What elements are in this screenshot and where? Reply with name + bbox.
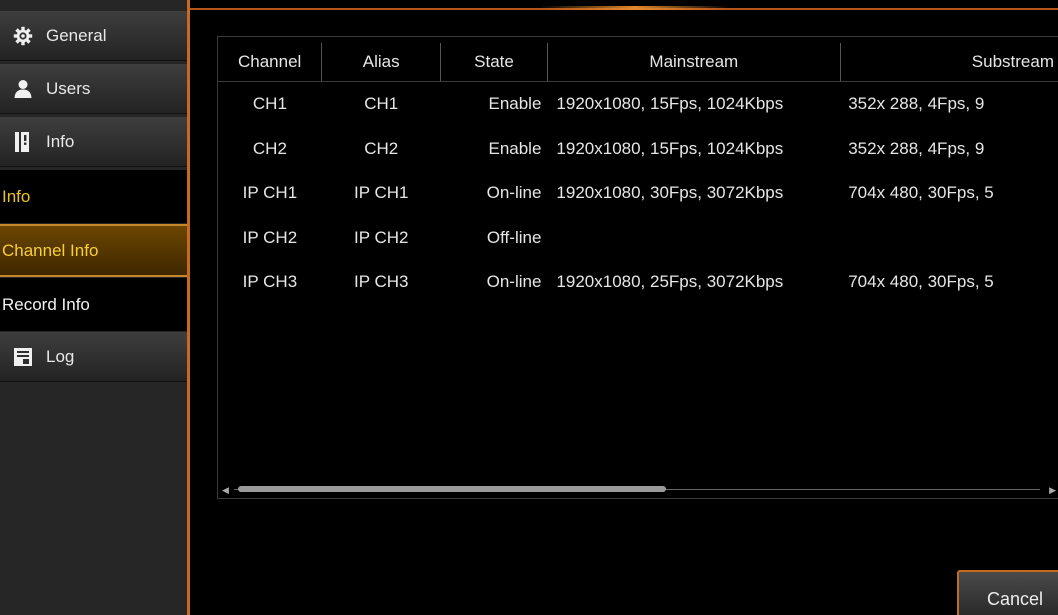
top-highlight xyxy=(540,6,730,10)
sidebar-item-label: Record Info xyxy=(2,294,90,314)
cell-channel: IP CH3 xyxy=(242,272,298,292)
table-row[interactable]: IP CH2 IP CH2 Off-line xyxy=(218,216,1058,261)
column-header-state[interactable]: State xyxy=(440,43,548,82)
cell-mainstream: 1920x1080, 25Fps, 3072Kbps xyxy=(556,272,784,292)
user-icon xyxy=(12,78,34,100)
column-header-mainstream[interactable]: Mainstream xyxy=(547,43,841,82)
cell-mainstream: 1920x1080, 15Fps, 1024Kbps xyxy=(556,94,784,114)
cell-channel: IP CH1 xyxy=(242,183,298,203)
cell-mainstream xyxy=(547,216,840,261)
cell-state: Off-line xyxy=(486,227,542,247)
main-panel: Channel Alias State Mainstream Substream… xyxy=(190,0,1058,615)
column-header-substream[interactable]: Substream xyxy=(840,43,1058,82)
cell-substream: 352x 288, 4Fps, 9 xyxy=(848,138,985,158)
cell-substream: 704x 480, 30Fps, 5 xyxy=(848,272,994,292)
cell-state: On-line xyxy=(486,183,542,203)
sidebar-item-label: Users xyxy=(46,78,91,98)
cell-channel: IP CH2 xyxy=(242,227,298,247)
sidebar-section-info[interactable]: Info xyxy=(0,170,188,223)
sidebar-item-info[interactable]: Info xyxy=(0,117,188,167)
scrollbar-thumb[interactable] xyxy=(238,486,666,492)
sidebar: General Users Info Info Channel Info Rec… xyxy=(0,0,188,615)
cell-channel: CH1 xyxy=(252,94,287,114)
cell-alias: IP CH3 xyxy=(353,272,409,292)
sidebar-item-label: Info xyxy=(46,131,75,151)
table-row[interactable]: CH1 CH1 Enable 1920x1080, 15Fps, 1024Kbp… xyxy=(218,82,1058,127)
table-header-row: Channel Alias State Mainstream Substream xyxy=(218,43,1058,82)
cell-substream: 352x 288, 4Fps, 9 xyxy=(848,94,985,114)
sidebar-item-label: General xyxy=(46,25,107,45)
sidebar-item-record-info[interactable]: Record Info xyxy=(0,278,188,331)
sidebar-section-label: Info xyxy=(2,186,31,206)
cell-substream xyxy=(840,216,1058,261)
scroll-right-icon[interactable]: ▶ xyxy=(1049,485,1056,496)
scroll-left-icon[interactable]: ◀ xyxy=(222,485,229,496)
sidebar-item-channel-info[interactable]: Channel Info xyxy=(0,224,188,277)
info-icon xyxy=(12,131,34,153)
cell-alias: CH1 xyxy=(364,94,399,114)
channel-table: Channel Alias State Mainstream Substream… xyxy=(218,43,1058,305)
sidebar-item-general[interactable]: General xyxy=(0,11,188,61)
cancel-button[interactable]: Cancel xyxy=(957,570,1058,615)
cell-mainstream: 1920x1080, 15Fps, 1024Kbps xyxy=(556,138,784,158)
cell-alias: IP CH1 xyxy=(353,183,409,203)
table-row[interactable]: IP CH1 IP CH1 On-line 1920x1080, 30Fps, … xyxy=(218,171,1058,216)
table-row[interactable]: IP CH3 IP CH3 On-line 1920x1080, 25Fps, … xyxy=(218,260,1058,305)
cell-substream: 704x 480, 30Fps, 5 xyxy=(848,183,994,203)
table-row[interactable]: CH2 CH2 Enable 1920x1080, 15Fps, 1024Kbp… xyxy=(218,127,1058,172)
cell-mainstream: 1920x1080, 30Fps, 3072Kbps xyxy=(556,183,784,203)
sidebar-item-log[interactable]: Log xyxy=(0,332,188,382)
log-icon xyxy=(12,346,34,368)
column-header-alias[interactable]: Alias xyxy=(321,43,442,82)
horizontal-scrollbar[interactable]: ◀ ▶ xyxy=(222,485,1056,496)
gear-icon xyxy=(12,25,34,47)
cell-state: Enable xyxy=(488,94,542,114)
sidebar-item-label: Log xyxy=(46,346,75,366)
cell-alias: CH2 xyxy=(364,138,399,158)
cell-state: On-line xyxy=(486,272,542,292)
cell-state: Enable xyxy=(488,138,542,158)
column-header-channel[interactable]: Channel xyxy=(218,43,323,82)
cell-channel: CH2 xyxy=(252,138,287,158)
channel-info-table: Channel Alias State Mainstream Substream… xyxy=(217,36,1058,499)
cell-alias: IP CH2 xyxy=(353,227,409,247)
sidebar-item-label: Channel Info xyxy=(2,240,99,260)
sidebar-item-users[interactable]: Users xyxy=(0,64,188,114)
